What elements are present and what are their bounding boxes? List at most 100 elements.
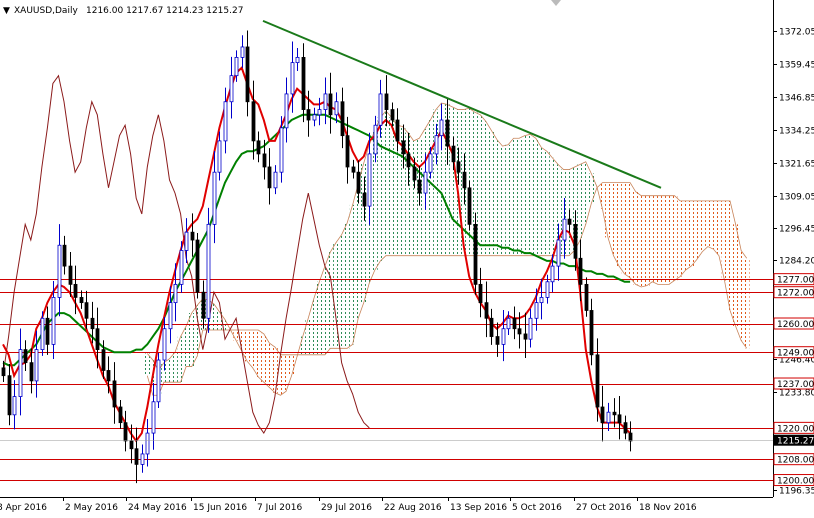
candle-body <box>323 93 328 110</box>
date-tick-label: 27 Oct 2016 <box>576 503 632 513</box>
price-tick-label: 1309.05 <box>779 193 814 203</box>
cloud-segment <box>433 109 439 256</box>
cloud-segment <box>538 147 545 256</box>
cloud-segment <box>427 120 434 256</box>
candle-body <box>345 135 350 168</box>
cloud-segment <box>610 182 617 256</box>
cloud-segment <box>599 182 606 209</box>
cloud-segment <box>644 195 650 286</box>
candle-body <box>467 187 472 225</box>
cloud-segment <box>477 114 484 256</box>
candle-body <box>334 101 339 116</box>
candle <box>195 232 200 299</box>
candle-body <box>217 140 222 173</box>
cloud-segment <box>383 110 389 256</box>
candle-body <box>79 297 84 304</box>
cloud-segment <box>338 234 345 349</box>
candle-body <box>29 362 34 382</box>
cloud-segment <box>166 358 173 383</box>
candle-body <box>317 109 322 116</box>
candle-body <box>151 401 156 434</box>
candle <box>467 180 472 231</box>
ohlc-label: 1216.00 1217.67 1214.23 1215.27 <box>86 6 243 16</box>
cloud-segment <box>144 353 151 376</box>
candle-body <box>34 349 39 382</box>
cloud-segment <box>244 330 250 362</box>
cloud-segment <box>177 336 184 383</box>
candle-body <box>589 310 594 356</box>
candle-body <box>562 218 567 241</box>
header-arrow[interactable]: ▼ <box>3 6 10 16</box>
cloud-segment <box>488 130 495 256</box>
candle-body <box>262 153 267 168</box>
cloud-segment <box>677 200 683 277</box>
cloud-segment <box>288 354 295 376</box>
candle-body <box>229 75 234 103</box>
candle-body <box>1 367 6 377</box>
candle-body <box>284 93 289 129</box>
candle-body <box>617 414 622 424</box>
candle-body <box>140 453 145 465</box>
chart-header: ▼ XAUUSD,Daily 1216.00 1217.67 1214.23 1… <box>3 6 243 16</box>
cloud-segment <box>211 303 217 331</box>
cloud-segment <box>505 144 511 256</box>
candle-body <box>95 328 100 350</box>
candle-body <box>384 93 389 110</box>
price-tick-label: 1346.85 <box>779 94 814 104</box>
candle-body <box>112 380 117 408</box>
candle-body <box>290 62 295 95</box>
candle-body <box>45 317 50 345</box>
candle-body <box>62 244 67 267</box>
candle-body <box>156 359 161 403</box>
date-tick-label: 7 Jul 2016 <box>257 503 302 513</box>
candle-body <box>528 317 533 340</box>
price-tick-label: 1296.45 <box>779 225 814 235</box>
cloud-segment <box>266 343 273 388</box>
cloud-segment <box>510 138 517 256</box>
candle-body <box>573 223 578 259</box>
candle-body <box>612 411 617 416</box>
candle-body <box>512 317 517 330</box>
candle-body <box>73 283 78 298</box>
candle-body <box>118 406 123 424</box>
cloud-segment <box>582 161 589 225</box>
cloud-segment <box>388 117 395 256</box>
candle-body <box>173 283 178 304</box>
cloud-segment <box>544 151 550 256</box>
cloud-segment <box>649 195 656 282</box>
date-tick-label: 5 Oct 2016 <box>512 503 562 513</box>
cloud-segment <box>616 182 622 267</box>
cloud-segment <box>727 200 733 311</box>
candle-body <box>328 93 333 116</box>
level-price-label: 1260.00 <box>777 320 814 330</box>
date-tick-label: 13 Sep 2016 <box>450 503 507 513</box>
cloud-segment <box>560 169 567 256</box>
candle-body <box>279 127 284 173</box>
candle-body <box>462 171 467 189</box>
candle-body <box>539 297 544 304</box>
candle-body <box>445 119 450 147</box>
cloud-segment <box>716 200 722 256</box>
candle-body <box>390 109 395 121</box>
candle-body <box>234 56 239 77</box>
candle-body <box>23 349 28 364</box>
price-tick-label: 1334.25 <box>779 127 814 137</box>
candle-body <box>484 302 489 319</box>
cloud-segment <box>682 200 689 271</box>
candle-body <box>129 440 134 450</box>
current-price-label: 1215.27 <box>777 437 814 447</box>
candle-body <box>162 328 167 361</box>
candle-body <box>378 93 383 126</box>
candle-body <box>267 166 272 189</box>
cloud-segment <box>549 157 556 256</box>
candle-body <box>84 302 89 319</box>
candle-body <box>423 171 428 194</box>
candle-body <box>495 336 500 345</box>
date-tick-label: 29 Jul 2016 <box>321 503 372 513</box>
candle <box>206 207 211 333</box>
candle-body <box>195 239 200 293</box>
candle-body <box>145 432 150 455</box>
cloud-segment <box>311 298 317 355</box>
candle-body <box>456 161 461 173</box>
candle-body <box>489 317 494 337</box>
